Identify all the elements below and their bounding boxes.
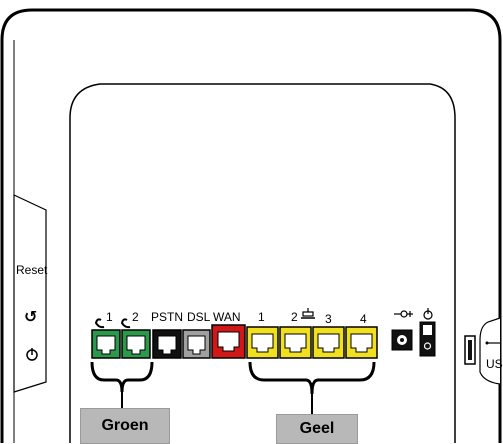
phone-port-2-label: 2	[132, 310, 139, 324]
side-panel	[13, 194, 47, 393]
usb-label: USB	[486, 357, 503, 371]
wps-icon[interactable]: ↺	[24, 307, 37, 326]
wan-label: WAN	[213, 310, 241, 324]
router-diagram: Reset ↺ 1 2 PSTN DSL WAN 1 2 3 4 US	[0, 8, 503, 443]
lan-1-label: 1	[258, 310, 265, 324]
lan-port-3[interactable]	[312, 326, 345, 359]
svg-text:↺: ↺	[24, 307, 37, 326]
phone-port-2[interactable]	[121, 329, 151, 359]
pstn-port[interactable]	[152, 329, 182, 359]
lan-port-4[interactable]	[345, 326, 378, 359]
dsl-label: DSL	[187, 310, 211, 324]
rear-panel-outline	[69, 83, 456, 443]
lan-port-2[interactable]	[279, 326, 312, 359]
green-callout: Groen	[80, 408, 170, 444]
dsl-port[interactable]	[182, 329, 211, 359]
power-switch[interactable]	[419, 321, 436, 357]
phone-port-1[interactable]	[91, 329, 121, 359]
lan-4-label: 4	[360, 312, 367, 326]
yellow-callout: Geel	[276, 414, 358, 444]
usb-panel	[479, 317, 501, 385]
reset-label: Reset	[16, 263, 48, 277]
green-callout-label: Groen	[101, 417, 149, 434]
lan-3-label: 3	[325, 312, 332, 326]
lan-port-1[interactable]	[246, 326, 279, 359]
pstn-label: PSTN	[151, 310, 183, 324]
dc-power-jack[interactable]	[391, 329, 413, 351]
phone-port-1-label: 1	[106, 310, 113, 324]
yellow-callout-label: Geel	[299, 420, 335, 437]
wan-port[interactable]	[211, 324, 246, 359]
side-slot	[464, 335, 476, 365]
lan-2-label: 2	[291, 310, 298, 324]
